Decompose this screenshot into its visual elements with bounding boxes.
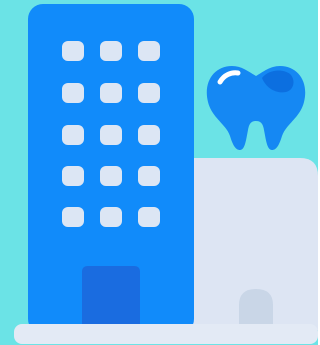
window bbox=[100, 207, 122, 227]
window bbox=[100, 83, 122, 103]
window bbox=[62, 166, 84, 186]
window bbox=[100, 166, 122, 186]
ground bbox=[14, 324, 318, 344]
window bbox=[62, 125, 84, 145]
window bbox=[62, 41, 84, 61]
dental-clinic-svg bbox=[0, 0, 318, 345]
dental-clinic-illustration bbox=[0, 0, 318, 345]
window bbox=[62, 207, 84, 227]
window bbox=[138, 207, 160, 227]
window bbox=[138, 125, 160, 145]
window bbox=[100, 41, 122, 61]
tower-door bbox=[82, 266, 140, 330]
window bbox=[62, 83, 84, 103]
annex-door bbox=[239, 289, 273, 330]
window bbox=[138, 41, 160, 61]
window bbox=[138, 166, 160, 186]
window bbox=[138, 83, 160, 103]
window bbox=[100, 125, 122, 145]
